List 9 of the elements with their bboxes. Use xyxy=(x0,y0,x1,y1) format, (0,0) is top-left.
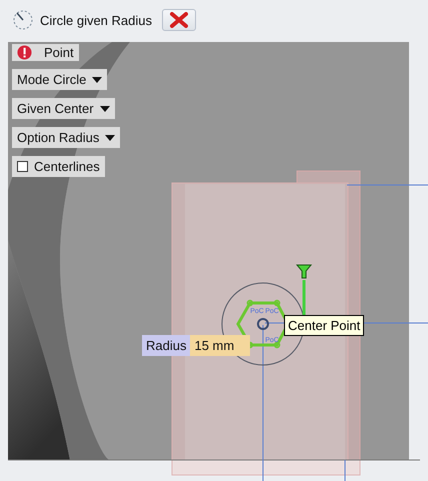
dimension-label: Radius xyxy=(142,335,190,356)
window-title: Circle given Radius xyxy=(40,12,152,28)
dropdown-button[interactable]: Mode Circle xyxy=(12,69,108,90)
dropdown-button[interactable]: Given Center xyxy=(12,98,115,119)
dimension-value-field[interactable]: 15 mm xyxy=(190,335,250,356)
tooltip: Center Point xyxy=(284,315,364,336)
status-label: Point xyxy=(12,44,79,61)
dropdown-button[interactable]: Option Radius xyxy=(12,127,120,148)
centerlines-checkbox[interactable]: Centerlines xyxy=(12,156,105,177)
